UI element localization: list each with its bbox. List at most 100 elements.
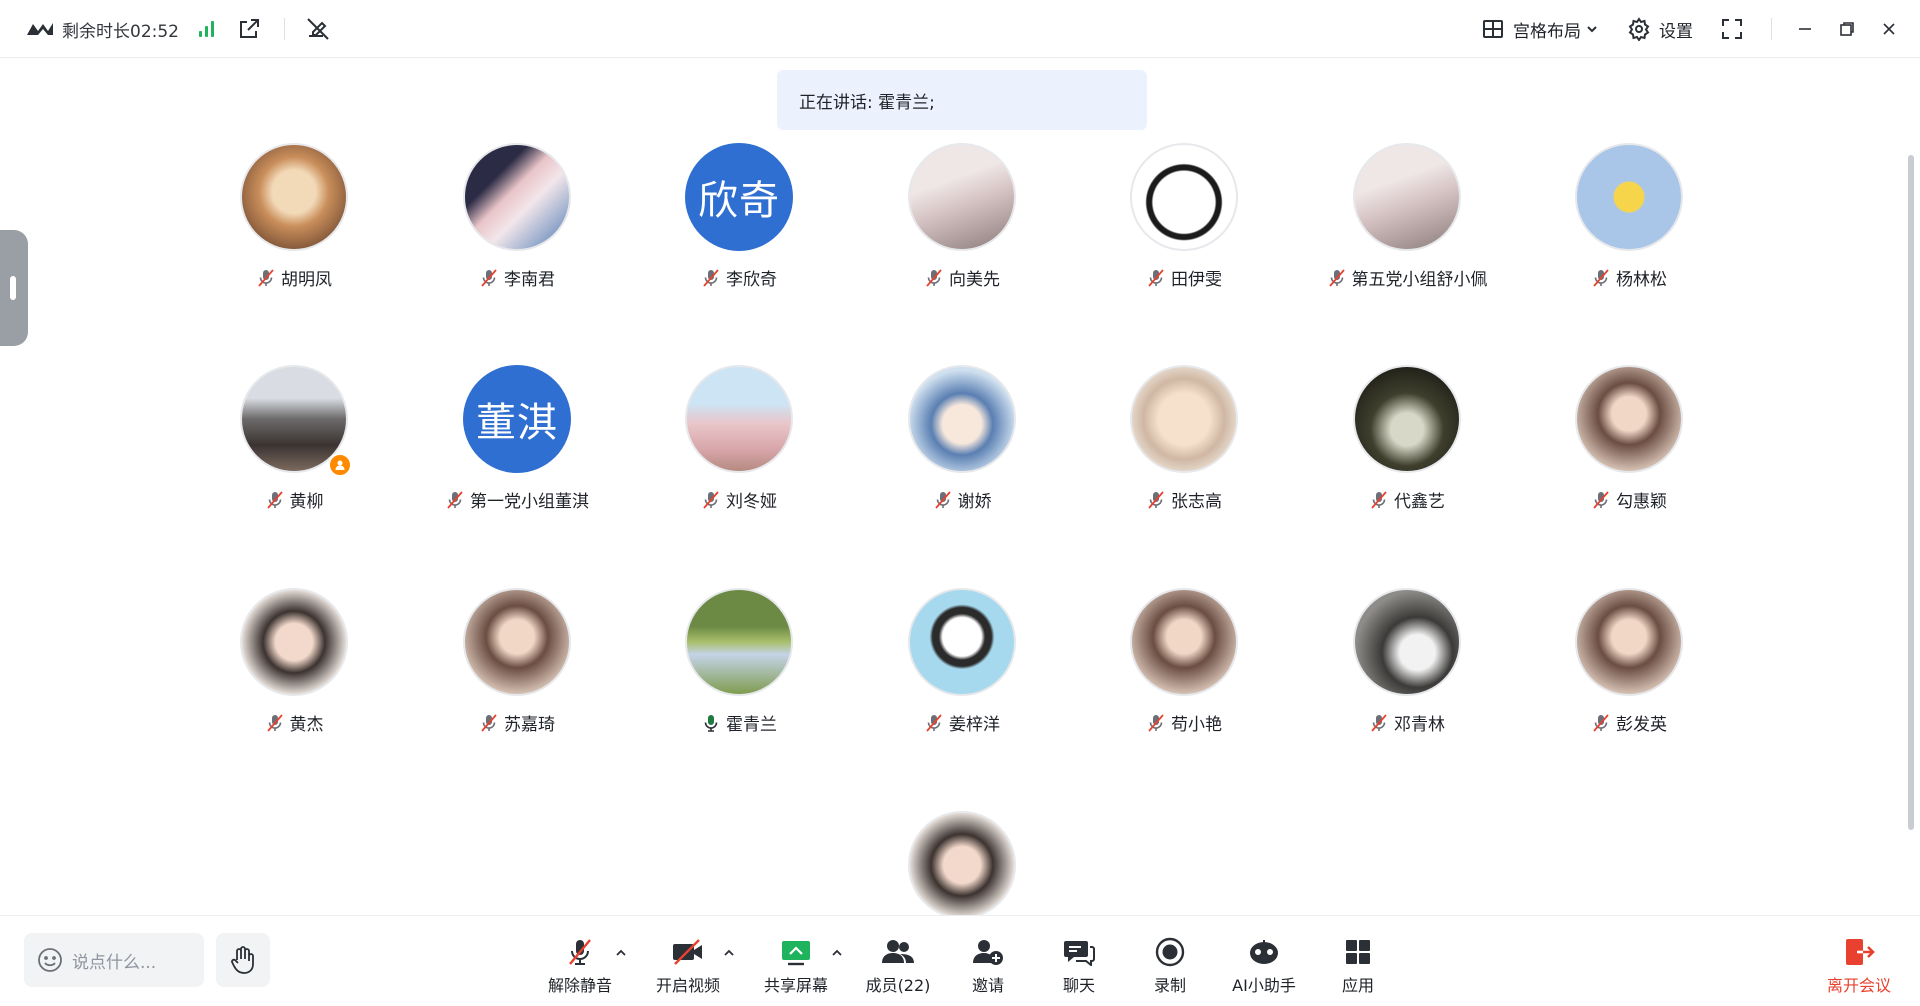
participant-name-label: 苏嘉琦 <box>504 715 555 735</box>
participant-name: 邓青林 <box>1295 710 1519 735</box>
participant-tile[interactable]: 李南君 <box>405 143 629 323</box>
participant-tile[interactable]: 欣奇李欣奇 <box>627 143 851 323</box>
avatar: 欣奇 <box>685 143 793 251</box>
participant-name: 第五党小组舒小佩 <box>1295 265 1519 290</box>
members-button[interactable]: 成员(22) <box>856 936 940 996</box>
emoji-icon <box>38 948 62 972</box>
scrollbar[interactable] <box>1908 155 1914 830</box>
participant-name: 第一党小组董淇 <box>405 487 629 512</box>
exit-icon <box>1842 936 1876 968</box>
participant-tile[interactable]: 彭发英 <box>1517 588 1741 768</box>
annotation-off-icon[interactable] <box>305 16 331 42</box>
mic-muted-icon <box>1148 268 1164 287</box>
chat-button[interactable]: 聊天 <box>1037 936 1121 996</box>
participant-tile[interactable]: 谢娇 <box>850 365 1074 545</box>
participant-name: 黄杰 <box>182 710 406 735</box>
participant-name-label: 代鑫艺 <box>1394 492 1445 512</box>
participant-name: 黄柳 <box>182 487 406 512</box>
avatar <box>1130 143 1238 251</box>
avatar <box>1575 365 1683 473</box>
close-icon[interactable] <box>1868 9 1910 49</box>
settings-button[interactable]: 设置 <box>1627 17 1693 42</box>
apps-button[interactable]: 应用 <box>1316 936 1400 996</box>
apps-grid-icon <box>1341 936 1375 968</box>
settings-label: 设置 <box>1659 21 1693 42</box>
chevron-up-icon[interactable] <box>722 946 736 960</box>
raise-hand-button[interactable] <box>216 933 270 987</box>
layout-switch-button[interactable]: 宫格布局 <box>1481 17 1599 42</box>
participant-name-label: 霍青兰 <box>726 715 777 735</box>
participant-tile[interactable]: 代鑫艺 <box>1295 365 1519 545</box>
share-screen-label: 共享屏幕 <box>763 976 828 995</box>
participant-name: 刘冬娅 <box>627 487 851 512</box>
participant-tile[interactable]: 姜梓洋 <box>850 588 1074 768</box>
participant-tile[interactable]: 黄杰 <box>182 588 406 768</box>
avatar <box>1353 365 1461 473</box>
chevron-up-icon[interactable] <box>614 946 628 960</box>
participant-tile[interactable]: 张志高 <box>1072 365 1296 545</box>
gear-icon <box>1628 17 1650 41</box>
mic-muted-icon <box>703 490 719 509</box>
share-screen-button[interactable]: 共享屏幕 <box>754 936 838 996</box>
participant-name: 勾惠颖 <box>1517 487 1741 512</box>
participant-tile[interactable]: 苏嘉琦 <box>405 588 629 768</box>
participant-tile[interactable]: 田伊雯 <box>1072 143 1296 323</box>
restore-window-icon[interactable] <box>1826 9 1868 49</box>
participant-name-label: 李欣奇 <box>726 270 777 290</box>
participant-name: 彭发英 <box>1517 710 1741 735</box>
participant-name: 霍青兰 <box>627 710 851 735</box>
bottom-toolbar: 说点什么... 解除静音 开启视频 共享屏幕 成员(22) 邀请 聊天 录制 A… <box>0 915 1920 1006</box>
ai-assistant-button[interactable]: AI小助手 <box>1216 936 1312 996</box>
leave-meeting-button[interactable]: 离开会议 <box>1814 936 1904 996</box>
minimize-icon[interactable] <box>1784 9 1826 49</box>
camera-off-icon <box>671 936 705 968</box>
speaking-indicator: 正在讲话: 霍青兰; <box>777 70 1147 130</box>
chevron-up-icon[interactable] <box>830 946 844 960</box>
unmute-button[interactable]: 解除静音 <box>538 936 622 996</box>
participant-name: 李欣奇 <box>627 265 851 290</box>
participant-name-label: 彭发英 <box>1616 715 1667 735</box>
app-logo-icon <box>27 23 53 35</box>
mic-muted-icon <box>934 490 951 509</box>
participant-name-label: 黄杰 <box>289 715 324 735</box>
participant-name-label: 第五党小组舒小佩 <box>1351 270 1488 290</box>
participant-tile[interactable]: 勾惠颖 <box>1517 365 1741 545</box>
participant-name: 张志高 <box>1072 487 1296 512</box>
invite-label: 邀请 <box>971 976 1004 995</box>
participant-tile[interactable]: 苟小艳 <box>1072 588 1296 768</box>
chevron-down-icon <box>1587 26 1597 33</box>
fullscreen-icon[interactable] <box>1711 9 1753 49</box>
start-video-button[interactable]: 开启视频 <box>646 936 730 996</box>
network-signal-icon[interactable] <box>199 21 214 37</box>
participant-tile[interactable]: 刘冬娅 <box>627 365 851 545</box>
record-button[interactable]: 录制 <box>1128 936 1212 996</box>
participant-tile[interactable]: 胡明凤 <box>182 143 406 323</box>
participant-tile[interactable]: 第五党小组舒小佩 <box>1295 143 1519 323</box>
participant-tile[interactable]: 邓青林 <box>1295 588 1519 768</box>
mic-muted-icon <box>703 268 719 287</box>
mic-muted-icon <box>1148 713 1164 732</box>
side-panel-handle[interactable] <box>0 230 28 346</box>
participant-tile[interactable]: 杨林松 <box>1517 143 1741 323</box>
avatar <box>908 143 1016 251</box>
participant-tile[interactable]: 霍青兰 <box>627 588 851 768</box>
participant-name-label: 苟小艳 <box>1171 715 1222 735</box>
avatar <box>908 811 1016 919</box>
record-label: 录制 <box>1153 976 1186 995</box>
participant-tile[interactable]: 董淇 第一党小组董淇 <box>405 365 629 545</box>
quick-chat-input[interactable]: 说点什么... <box>24 933 204 987</box>
avatar <box>1575 143 1683 251</box>
participant-name-label: 谢娇 <box>957 492 992 512</box>
chat-placeholder: 说点什么... <box>72 952 157 973</box>
unmute-label: 解除静音 <box>547 976 612 995</box>
avatar: 董淇 <box>463 365 571 473</box>
participant-name-label: 张志高 <box>1171 492 1222 512</box>
invite-button[interactable]: 邀请 <box>946 936 1030 996</box>
avatar <box>908 588 1016 696</box>
participant-tile[interactable]: 向美先 <box>850 143 1074 323</box>
record-icon <box>1153 936 1187 968</box>
participant-tile[interactable]: 黄柳 <box>182 365 406 545</box>
mic-muted-icon <box>926 713 942 732</box>
share-link-icon[interactable] <box>236 16 262 42</box>
participant-name-label: 胡明凤 <box>281 270 332 290</box>
